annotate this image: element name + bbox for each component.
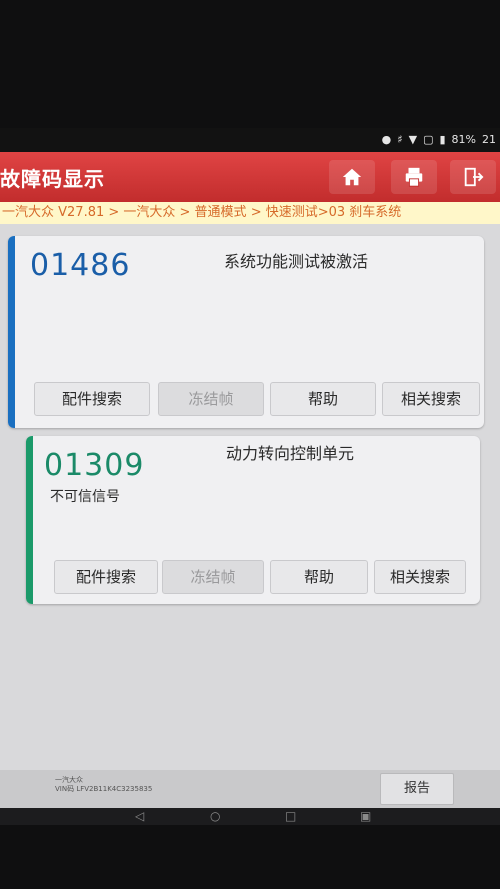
page-title: 故障码显示 [0,167,105,191]
battery-icon: ▮ [439,133,446,146]
vehicle-make: 一汽大众 [55,776,83,784]
home-circle-icon[interactable]: ○ [210,809,220,823]
title-bar: 故障码显示 [0,152,500,202]
screenshot-icon[interactable]: ▣ [360,809,371,823]
dtc-card-2: 01309 动力转向控制单元 不可信信号 配件搜索 冻结帧 帮助 相关搜索 [26,436,480,604]
freeze-frame-button[interactable]: 冻结帧 [158,382,264,416]
dtc-description: 不可信信号 [50,489,120,505]
home-button[interactable] [329,160,375,194]
related-search-button[interactable]: 相关搜索 [382,382,480,416]
status-icons: ● ♯ ▼ ▢ ▮ 81% 21 [382,133,496,146]
dtc-card-1: 01486 系统功能测试被激活 配件搜索 冻结帧 帮助 相关搜索 [8,236,484,428]
home-icon [342,168,362,186]
recent-apps-icon[interactable]: □ [285,809,296,823]
vehicle-vin: VIN码 LFV2B11K4C3235835 [55,785,153,793]
clock: 21 [482,133,496,146]
vehicle-info: 一汽大众 VIN码 LFV2B11K4C3235835 [55,776,152,794]
card-stripe [26,436,33,604]
print-button[interactable] [391,160,437,194]
part-search-button[interactable]: 配件搜索 [54,560,158,594]
signal-icon: ▢ [423,133,434,146]
breadcrumb: 一汽大众 V27.81 > 一汽大众 > 普通模式 > 快速测试>03 刹车系统 [0,202,500,224]
freeze-frame-button[interactable]: 冻结帧 [162,560,264,594]
dtc-code: 01486 [30,248,131,283]
battery-percent: 81% [451,133,476,146]
report-button[interactable]: 报告 [380,773,454,805]
print-icon [405,167,423,187]
dtc-code: 01309 [44,448,145,483]
exit-icon [464,167,484,187]
dtc-title: 系统功能测试被激活 [224,252,369,271]
android-nav-bar: ◁ ○ □ ▣ [0,808,500,825]
help-button[interactable]: 帮助 [270,382,376,416]
location-icon: ● [381,133,392,146]
wifi-icon: ▼ [408,133,418,146]
bottom-bar: 一汽大众 VIN码 LFV2B11K4C3235835 报告 [0,770,500,808]
device-screen: ● ♯ ▼ ▢ ▮ 81% 21 故障码显示 一汽大众 V27.81 > 一汽大… [0,128,500,825]
related-search-button[interactable]: 相关搜索 [374,560,466,594]
back-icon[interactable]: ◁ [135,809,144,823]
exit-button[interactable] [450,160,496,194]
status-bar: ● ♯ ▼ ▢ ▮ 81% 21 [0,128,500,152]
breadcrumb-text: 一汽大众 V27.81 > 一汽大众 > 普通模式 > 快速测试>03 刹车系统 [2,205,402,220]
help-button[interactable]: 帮助 [270,560,368,594]
dtc-title: 动力转向控制单元 [226,444,355,463]
part-search-button[interactable]: 配件搜索 [34,382,150,416]
bluetooth-icon: ♯ [397,133,403,146]
card-stripe [8,236,15,428]
